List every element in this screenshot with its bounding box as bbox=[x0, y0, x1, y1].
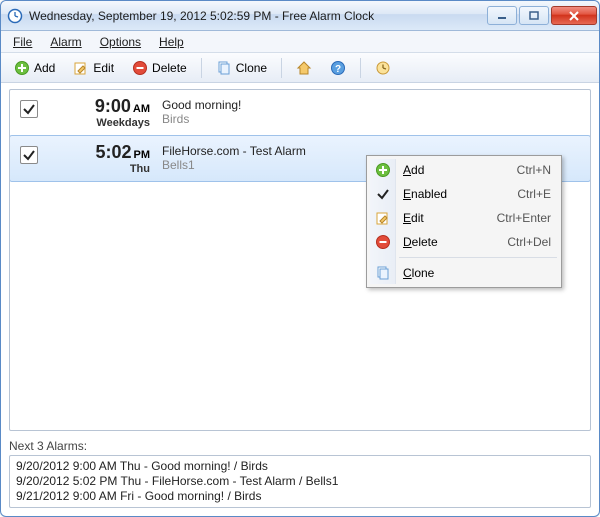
ctx-shortcut: Ctrl+Del bbox=[507, 235, 551, 249]
next-alarms-list: 9/20/2012 9:00 AM Thu - Good morning! / … bbox=[9, 455, 591, 508]
checkmark-icon bbox=[375, 186, 391, 202]
toolbar-separator bbox=[201, 58, 202, 78]
add-button[interactable]: Add bbox=[7, 57, 62, 79]
toolbar-separator bbox=[281, 58, 282, 78]
ctx-label: Edit bbox=[403, 211, 497, 225]
ctx-clone[interactable]: Clone bbox=[369, 261, 559, 285]
ctx-shortcut: Ctrl+N bbox=[517, 163, 551, 177]
clock-button[interactable] bbox=[368, 57, 398, 79]
toolbar-separator bbox=[360, 58, 361, 78]
delete-label: Delete bbox=[152, 61, 187, 75]
toolbar: Add Edit Delete Clone ? bbox=[1, 53, 599, 83]
clone-icon bbox=[375, 265, 391, 281]
alarm-enabled-checkbox[interactable] bbox=[20, 100, 38, 118]
clone-label: Clone bbox=[236, 61, 267, 75]
ctx-edit[interactable]: Edit Ctrl+Enter bbox=[369, 206, 559, 230]
next-alarms-label: Next 3 Alarms: bbox=[9, 439, 591, 453]
svg-text:?: ? bbox=[335, 64, 341, 75]
minimize-button[interactable] bbox=[487, 6, 517, 25]
alarm-row[interactable]: 9:00AM Weekdays Good morning! Birds bbox=[10, 90, 590, 136]
ctx-separator bbox=[399, 257, 557, 258]
context-menu: Add Ctrl+N Enabled Ctrl+E Edit Ctrl+Ente… bbox=[366, 155, 562, 288]
delete-icon bbox=[132, 60, 148, 76]
clone-button[interactable]: Clone bbox=[209, 57, 274, 79]
ctx-shortcut: Ctrl+E bbox=[517, 187, 551, 201]
add-icon bbox=[375, 162, 391, 178]
ctx-shortcut: Ctrl+Enter bbox=[497, 211, 551, 225]
home-button[interactable] bbox=[289, 57, 319, 79]
menu-alarm[interactable]: Alarm bbox=[42, 33, 89, 51]
close-button[interactable] bbox=[551, 6, 597, 25]
next-alarm-item: 9/20/2012 5:02 PM Thu - FileHorse.com - … bbox=[16, 474, 584, 489]
delete-icon bbox=[375, 234, 391, 250]
home-icon bbox=[296, 60, 312, 76]
add-label: Add bbox=[34, 61, 55, 75]
help-icon: ? bbox=[330, 60, 346, 76]
ctx-label: Enabled bbox=[403, 187, 517, 201]
alarm-description: Good morning! Birds bbox=[162, 96, 582, 126]
next-alarm-item: 9/20/2012 9:00 AM Thu - Good morning! / … bbox=[16, 459, 584, 474]
alarm-time: 9:00AM Weekdays bbox=[50, 96, 150, 129]
app-icon bbox=[7, 8, 23, 24]
add-icon bbox=[14, 60, 30, 76]
ctx-add[interactable]: Add Ctrl+N bbox=[369, 158, 559, 182]
ctx-delete[interactable]: Delete Ctrl+Del bbox=[369, 230, 559, 254]
menu-options[interactable]: Options bbox=[92, 33, 149, 51]
menubar: File Alarm Options Help bbox=[1, 31, 599, 53]
edit-icon bbox=[375, 210, 391, 226]
menu-help[interactable]: Help bbox=[151, 33, 192, 51]
titlebar[interactable]: Wednesday, September 19, 2012 5:02:59 PM… bbox=[1, 1, 599, 31]
ctx-label: Delete bbox=[403, 235, 507, 249]
clock-icon bbox=[375, 60, 391, 76]
help-button[interactable]: ? bbox=[323, 57, 353, 79]
alarm-time: 5:02PM Thu bbox=[50, 142, 150, 175]
next-alarm-item: 9/21/2012 9:00 AM Fri - Good morning! / … bbox=[16, 489, 584, 504]
ctx-enabled[interactable]: Enabled Ctrl+E bbox=[369, 182, 559, 206]
next-alarms-panel: Next 3 Alarms: 9/20/2012 9:00 AM Thu - G… bbox=[1, 435, 599, 516]
main-window: Wednesday, September 19, 2012 5:02:59 PM… bbox=[0, 0, 600, 517]
edit-button[interactable]: Edit bbox=[66, 57, 121, 79]
alarm-enabled-checkbox[interactable] bbox=[20, 146, 38, 164]
edit-label: Edit bbox=[93, 61, 114, 75]
edit-icon bbox=[73, 60, 89, 76]
clone-icon bbox=[216, 60, 232, 76]
ctx-label: Add bbox=[403, 163, 517, 177]
maximize-button[interactable] bbox=[519, 6, 549, 25]
ctx-label: Clone bbox=[403, 266, 551, 280]
delete-button[interactable]: Delete bbox=[125, 57, 194, 79]
menu-file[interactable]: File bbox=[5, 33, 40, 51]
window-title: Wednesday, September 19, 2012 5:02:59 PM… bbox=[29, 9, 487, 23]
